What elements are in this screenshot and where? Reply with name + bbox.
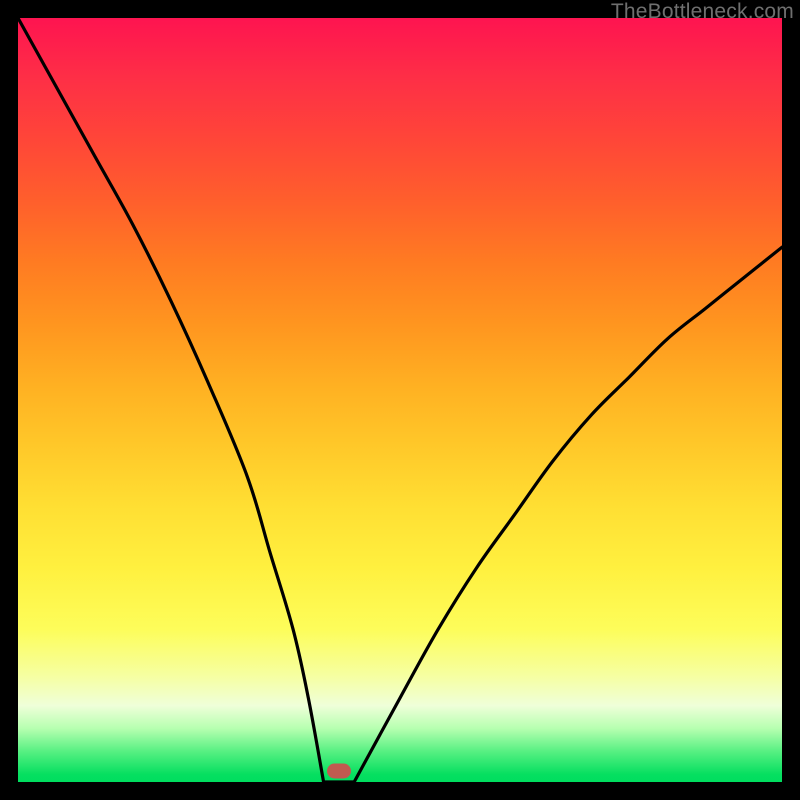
watermark-text: TheBottleneck.com [611,0,794,24]
bottleneck-curve [18,18,782,782]
chart-canvas: TheBottleneck.com [0,0,800,800]
optimal-point-marker [327,763,351,778]
